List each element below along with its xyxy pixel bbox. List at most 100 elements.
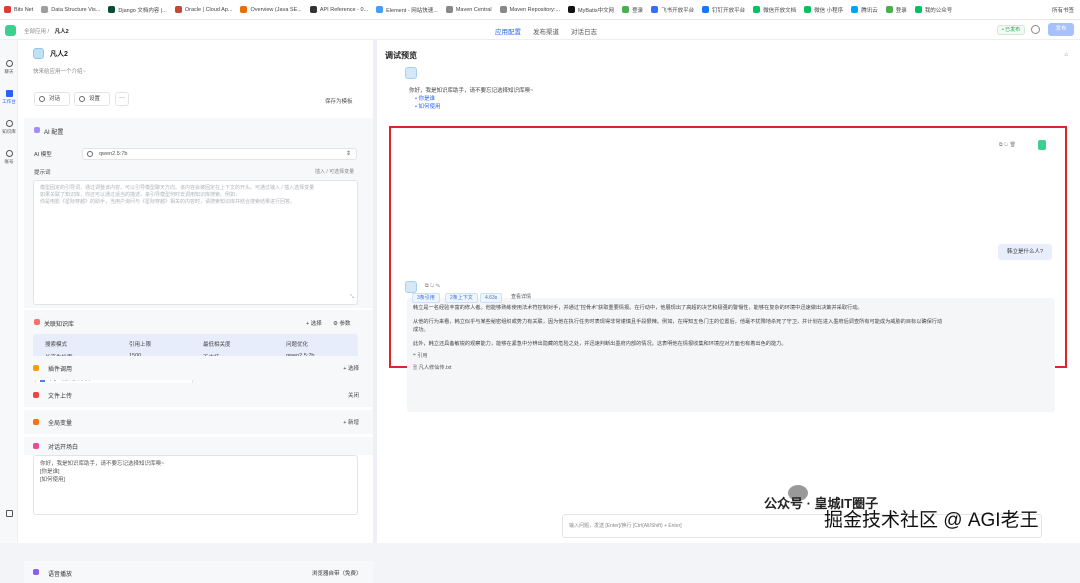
section-title: AI 配置 [44,130,64,136]
chevron-down-icon: ⇕ [345,151,351,157]
bookmark[interactable]: 钉钉开放平台 [702,6,745,14]
bookmark[interactable]: 微信开放文档 [753,6,796,14]
user-message: 韩立是什么人? [998,244,1052,260]
bookmark[interactable]: Django 文档内容 |... [108,6,167,14]
preview-panel: 调试预览 ⌂ 你好，我是知识库助手，请不要忘记选择知识库噢~ • 你是谁 • 如… [377,40,1080,543]
citation-badge[interactable]: 3条引用 [412,293,440,303]
bookmark[interactable]: 我的公众号 [914,6,952,14]
section-title: 关联知识库 [44,322,75,328]
breadcrumb-root[interactable]: 全部应用 [24,29,46,35]
insert-variable-hint[interactable]: 插入 / 可选择变量 [315,168,354,175]
opener-row: 对话开场白 [24,437,373,455]
greeting-message: 你好，我是知识库助手，请不要忘记选择知识库噢~ • 你是谁 • 如何使用 [405,85,547,122]
table-header: 问题优化 [286,342,309,348]
bookmark[interactable]: Oracle | Cloud Ap... [174,6,232,13]
quick-question[interactable]: • 如何使用 [409,103,543,111]
context-badge[interactable]: 2条上下文 [445,293,478,303]
bookmarks-bar: Bits Net Data Structure Vis... Django 文档… [0,0,1080,20]
variables-row: 全局变量 + 新增 [24,410,373,434]
user-icon [5,150,13,157]
bookmark[interactable]: 飞书开放平台 [651,6,694,14]
tab-publish-channel[interactable]: 发布渠道 [533,26,559,36]
clear-icon[interactable]: ⌂ [1064,52,1068,58]
resize-handle-icon[interactable]: ⤡ [350,294,354,301]
workspace-icon [5,90,13,97]
table-header: 最低相关度 [203,342,231,348]
upload-icon [33,392,39,398]
opener-textarea[interactable]: 你好，我是知识库助手，请不要忘记选择知识库噢~ [你是谁] [如何使用] [33,455,358,515]
bookmark[interactable]: 微信 小程序 [804,6,843,14]
more-button[interactable]: ··· [115,92,129,106]
add-variable-button[interactable]: + 新增 [343,418,359,426]
app-name: 凡人2 [50,51,68,58]
bot-avatar [405,281,417,293]
bookmark[interactable]: 登录 [885,6,907,14]
bookmark[interactable]: MyBatis中文网 [568,6,614,14]
user-avatar [1038,140,1046,150]
upload-row: 文件上传 关闭 [24,383,373,407]
publish-button[interactable]: 发布 [1048,23,1074,36]
bookmark[interactable]: 登录 [622,6,643,14]
variable-icon [33,419,39,425]
nav-item-chat[interactable]: 聊天 [0,60,18,75]
app-description: 快来给应用一个介绍~ [33,69,86,75]
nav-item-docs[interactable] [0,510,18,519]
bookmark[interactable]: Bits Net [4,6,33,13]
bookmark[interactable]: Element - 网站快速... [376,6,438,14]
voice-select[interactable]: 浏览器自带（免费） [312,569,362,577]
voice-row: 语音播放 浏览器自带（免费） [24,561,373,583]
tab-chat-logs[interactable]: 对话日志 [571,26,597,36]
table-header: 引用上限 [129,342,152,348]
table-header: 搜索模式 [45,342,68,348]
bookmark[interactable]: 腾讯云 [851,6,878,14]
highlight-box: ⧉ ↻ 🗑 韩立是什么人? ⧉ ↻ ✎ 韩立是一名经验丰富的修人者。他能够熟练使… [389,126,1067,412]
nav-item-workspace[interactable]: 工作台 [0,90,18,105]
breadcrumb: 全部应用 / 凡人2 [24,29,69,35]
upload-toggle[interactable]: 关闭 [348,391,359,399]
app-logo-icon[interactable] [5,25,16,36]
kb-params-button[interactable]: ⚙ 参数 [333,319,350,327]
opener-icon [33,443,39,449]
quote-file[interactable]: 🗎 凡人修仙传.txt [413,364,943,372]
config-panel: 凡人2 快来给应用一个介绍~ 对话 设置 ··· 保存为模板 AI 配置 AI … [18,40,373,583]
tools-row: 插件调用 + 选择 [24,356,373,380]
bookmark[interactable]: Overview (Java SE... [240,6,302,13]
model-select[interactable]: qwen2.5:7b ⇕ [82,148,357,160]
all-bookmarks-link[interactable]: 所有书签 [1052,6,1074,14]
answer-paragraph: 此外，韩立还具备敏锐的观察能力，能够在紧急中分辨出隐藏的危险之处，并迅速判断出墨… [413,341,787,347]
bot-answer: 韩立是一名经验丰富的修人者。他能够熟练使用法术符控制对手，并通过“控骨术”获取重… [407,298,1055,412]
tab-app-config[interactable]: 应用配置 [495,26,521,36]
bookmark[interactable]: API Reference - 0... [309,6,368,13]
nav-item-knowledge[interactable]: 知识库 [0,120,18,135]
time-badge: 4.63s [480,293,503,303]
tools-select-button[interactable]: + 选择 [343,364,359,372]
quote-label: ❝ 引用 [413,353,428,359]
book-icon [5,510,13,517]
chat-icon [5,60,13,67]
model-label: AI 模型 [34,152,52,158]
history-clock-icon[interactable] [1031,25,1040,34]
knowledge-icon [34,319,40,325]
breadcrumb-current: 凡人2 [54,29,69,35]
nav-item-account[interactable]: 账号 [0,150,18,165]
quick-question[interactable]: • 你是谁 [409,95,543,103]
page-title: 调试预览 [385,51,417,60]
chat-button[interactable]: 对话 [34,92,70,106]
prompt-textarea[interactable]: 模型固定的引导词，通过调整该内容，可以引导模型聊天方向。该内容会被固定在上下文的… [33,180,358,305]
copy-icon[interactable]: ⧉ ↻ 🗑 [999,142,1016,148]
app-avatar[interactable] [33,48,44,59]
chat-icon [39,96,45,102]
message-actions-icon[interactable]: ⧉ ↻ ✎ [425,283,440,289]
ai-config-icon [34,127,40,133]
status-badge: • 已发布 [997,25,1026,35]
settings-button[interactable]: 设置 [74,92,110,106]
kb-select-button[interactable]: + 选择 [306,319,322,327]
prompt-label: 提示词 [34,170,51,176]
bookmark[interactable]: Maven Repository:... [499,6,560,13]
bot-avatar [405,67,417,79]
bookmark[interactable]: Maven Central [445,6,492,13]
bookmark[interactable]: Data Structure Vis... [41,6,100,13]
save-template-button[interactable]: 保存为模板 [325,97,353,105]
details-link[interactable]: 查看详情 [507,293,535,303]
main-tabs: 应用配置 发布渠道 对话日志 [495,26,597,36]
